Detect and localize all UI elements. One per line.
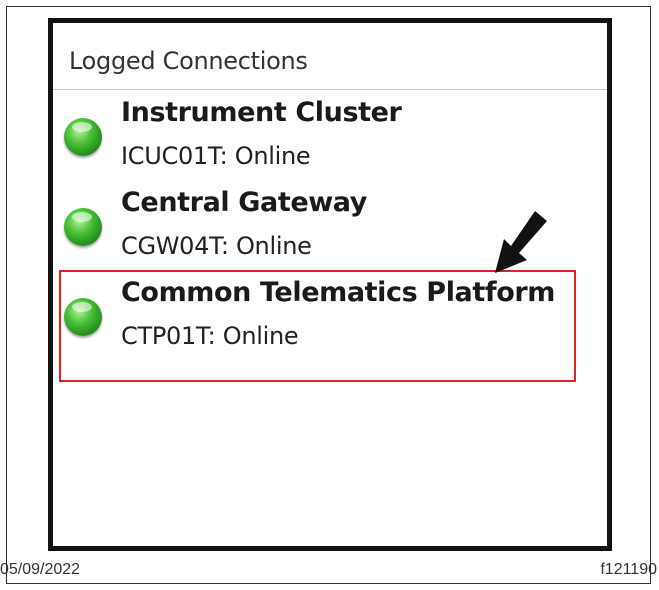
panel-header: Logged Connections [53, 23, 607, 90]
footer-date: 05/09/2022 [0, 561, 81, 578]
highlight-box [59, 270, 576, 382]
logged-connections-panel: Logged Connections Instrument Cluster IC… [48, 18, 612, 551]
connection-name: Central Gateway [121, 187, 367, 218]
connection-name: Instrument Cluster [121, 97, 402, 128]
panel-title: Logged Connections [69, 47, 308, 75]
online-status-icon [64, 208, 102, 246]
connection-status: CGW04T: Online [121, 232, 312, 260]
online-status-icon [64, 118, 102, 156]
arrow-down-left-icon [495, 211, 547, 273]
figure-id: f121190 [600, 561, 657, 578]
connection-item-instrument-cluster[interactable]: Instrument Cluster ICUC01T: Online [53, 97, 593, 183]
connection-status: ICUC01T: Online [121, 142, 311, 170]
